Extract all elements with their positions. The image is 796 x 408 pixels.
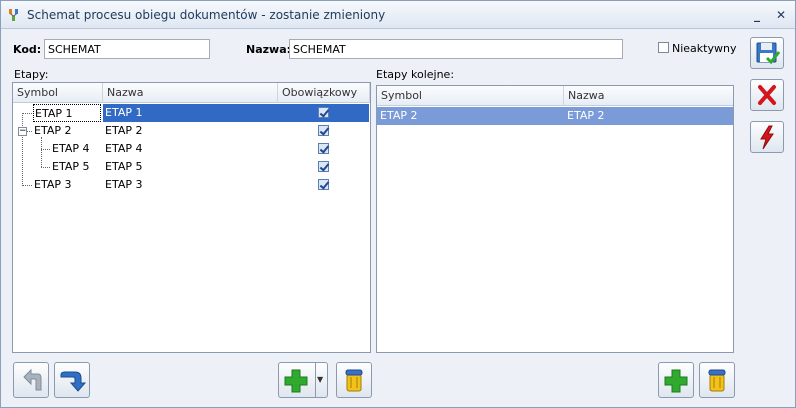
table-row[interactable]: ETAP 5 ETAP 5 [13, 158, 370, 176]
table-row[interactable]: ETAP 2 ETAP 2 [13, 122, 370, 140]
column-header-obowiazkowy[interactable]: Obowiązkowy [278, 83, 370, 103]
column-header-symbol[interactable]: Symbol [377, 86, 564, 106]
save-button[interactable] [750, 37, 784, 69]
cell-nazwa: ETAP 4 [105, 142, 143, 155]
cell-nazwa: ETAP 2 [105, 124, 143, 137]
etapy-kolejne-grid-header: Symbol Nazwa [377, 86, 733, 106]
close-window-button[interactable]: ✕ [773, 7, 789, 23]
etapy-grid-header: Symbol Nazwa Obowiązkowy [13, 83, 370, 103]
action-button[interactable] [750, 121, 784, 153]
move-right-button[interactable] [54, 362, 90, 398]
plus-icon [664, 369, 688, 393]
cell-symbol: ETAP 4 [52, 142, 90, 155]
obowiazkowy-checkbox[interactable] [318, 143, 329, 154]
etapy-grid[interactable]: Symbol Nazwa Obowiązkowy − ETAP 1 ETAP 1… [12, 82, 371, 353]
title-bar: Schemat procesu obiegu dokumentów - zost… [1, 1, 795, 29]
obowiazkowy-checkbox[interactable] [318, 161, 329, 172]
move-left-button[interactable] [13, 362, 49, 398]
nazwa-label: Nazwa: [246, 43, 292, 56]
window-title: Schemat procesu obiegu dokumentów - zost… [27, 8, 386, 22]
nieaktywny-label: Nieaktywny [672, 42, 737, 55]
cell-nazwa: ETAP 3 [105, 178, 143, 191]
chevron-down-icon[interactable]: ▼ [317, 375, 323, 384]
cell-symbol: ETAP 2 [380, 109, 418, 122]
cancel-button[interactable] [750, 79, 784, 111]
nieaktywny-checkbox[interactable] [658, 42, 669, 53]
minimize-button[interactable]: _ [749, 7, 765, 23]
close-icon [758, 85, 776, 105]
etapy-label: Etapy: [14, 68, 49, 81]
dialog-window: Schemat procesu obiegu dokumentów - zost… [0, 0, 796, 408]
table-row[interactable]: ETAP 1 ETAP 1 [13, 104, 370, 122]
table-row[interactable]: ETAP 4 ETAP 4 [13, 140, 370, 158]
obowiazkowy-checkbox[interactable] [318, 179, 329, 190]
split-divider [315, 363, 316, 397]
add-etap-kolejny-button[interactable] [658, 362, 694, 398]
delete-etap-button[interactable] [336, 362, 372, 398]
table-row[interactable]: ETAP 3 ETAP 3 [13, 176, 370, 194]
column-header-nazwa[interactable]: Nazwa [564, 86, 733, 106]
table-row[interactable]: ETAP 2 ETAP 2 [377, 107, 733, 125]
kod-label: Kod: [13, 43, 42, 56]
plus-icon [284, 369, 308, 393]
obowiazkowy-checkbox[interactable] [318, 125, 329, 136]
cell-symbol: ETAP 5 [52, 160, 90, 173]
cell-nazwa: ETAP 1 [103, 104, 369, 122]
lightning-icon [760, 125, 774, 150]
column-header-symbol[interactable]: Symbol [13, 83, 103, 103]
cell-nazwa: ETAP 5 [105, 160, 143, 173]
flow-icon [9, 9, 18, 21]
trash-bin-icon [708, 369, 726, 392]
cell-symbol: ETAP 1 [33, 104, 101, 122]
arrow-curve-down-icon [60, 371, 87, 392]
arrow-left-up-icon [23, 368, 42, 391]
floppy-save-icon [756, 42, 781, 65]
nazwa-input[interactable]: SCHEMAT [289, 39, 623, 59]
obowiazkowy-checkbox[interactable] [318, 107, 329, 118]
column-header-nazwa[interactable]: Nazwa [103, 83, 278, 103]
cell-symbol: ETAP 3 [34, 178, 72, 191]
trash-bin-icon [345, 369, 363, 392]
cell-nazwa: ETAP 2 [567, 109, 605, 122]
etapy-kolejne-label: Etapy kolejne: [376, 68, 455, 81]
etapy-kolejne-grid[interactable]: Symbol Nazwa ETAP 2 ETAP 2 [376, 85, 734, 353]
delete-etap-kolejny-button[interactable] [699, 362, 735, 398]
add-etap-button[interactable]: ▼ [278, 362, 328, 398]
kod-input[interactable]: SCHEMAT [44, 39, 210, 59]
cell-symbol: ETAP 2 [34, 124, 72, 137]
